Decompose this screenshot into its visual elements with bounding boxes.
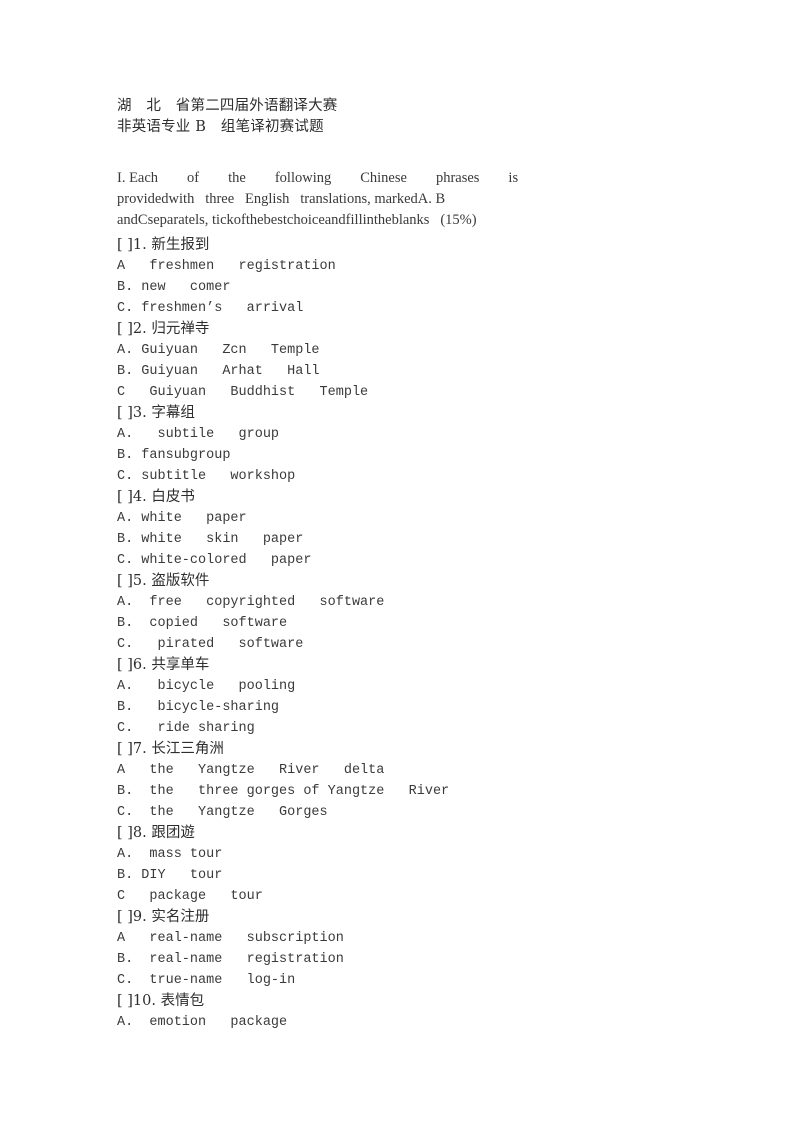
option-c[interactable]: C package tour: [117, 886, 693, 907]
question-stem: [ ]7. 长江三角洲: [117, 741, 224, 757]
option-list: A. mass tour B. DIY tour C package tour: [117, 844, 693, 907]
option-list: A. white paper B. white skin paper C. wh…: [117, 508, 693, 571]
question-item: [ ]3. 字幕组 A. subtile group B. fansubgrou…: [117, 403, 693, 487]
option-c[interactable]: C. pirated software: [117, 634, 693, 655]
option-list: A. Guiyuan Zcn Temple B. Guiyuan Arhat H…: [117, 340, 693, 403]
question-stem: [ ]2. 归元禅寺: [117, 321, 210, 337]
question-item: [ ]9. 实名注册 A real-name subscription B. r…: [117, 907, 693, 991]
question-stem: [ ]1. 新生报到: [117, 237, 210, 253]
title-line-2: 非英语专业 B 组笔译初赛试题: [117, 119, 324, 135]
option-a[interactable]: A freshmen registration: [117, 256, 693, 277]
question-stem: [ ]10. 表情包: [117, 993, 205, 1009]
instruction-line-3: andCseparatels, tickofthebestchoiceandfi…: [117, 212, 477, 228]
option-a[interactable]: A. white paper: [117, 508, 693, 529]
option-b[interactable]: B. white skin paper: [117, 529, 693, 550]
question-item: [ ]10. 表情包 A. emotion package: [117, 991, 693, 1033]
title-line-1: 湖 北 省第二四届外语翻译大赛: [117, 98, 338, 114]
option-a[interactable]: A. emotion package: [117, 1012, 693, 1033]
option-b[interactable]: B. bicycle-sharing: [117, 697, 693, 718]
option-list: A real-name subscription B. real-name re…: [117, 928, 693, 991]
option-c[interactable]: C. freshmen’s arrival: [117, 298, 693, 319]
question-item: [ ]2. 归元禅寺 A. Guiyuan Zcn Temple B. Guiy…: [117, 319, 693, 403]
question-stem: [ ]6. 共享单车: [117, 657, 210, 673]
option-list: A the Yangtze River delta B. the three g…: [117, 760, 693, 823]
option-a[interactable]: A. mass tour: [117, 844, 693, 865]
option-b[interactable]: B. copied software: [117, 613, 693, 634]
question-stem: [ ]4. 白皮书: [117, 489, 195, 505]
option-c[interactable]: C Guiyuan Buddhist Temple: [117, 382, 693, 403]
instruction-line-2: providedwith three English translations,…: [117, 191, 446, 207]
question-item: [ ]4. 白皮书 A. white paper B. white skin p…: [117, 487, 693, 571]
option-a[interactable]: A. subtile group: [117, 424, 693, 445]
instruction-line-1: I. Each of the following Chinese phrases…: [117, 170, 519, 186]
document-page: 湖 北 省第二四届外语翻译大赛 非英语专业 B 组笔译初赛试题 I. Each …: [0, 0, 793, 1122]
question-item: [ ]6. 共享单车 A. bicycle pooling B. bicycle…: [117, 655, 693, 739]
document-body: 湖 北 省第二四届外语翻译大赛 非英语专业 B 组笔译初赛试题 I. Each …: [117, 96, 693, 1033]
question-stem: [ ]8. 跟团遊: [117, 825, 195, 841]
option-b[interactable]: B. fansubgroup: [117, 445, 693, 466]
option-c[interactable]: C. the Yangtze Gorges: [117, 802, 693, 823]
question-item: [ ]5. 盗版软件 A. free copyrighted software …: [117, 571, 693, 655]
question-item: [ ]7. 长江三角洲 A the Yangtze River delta B.…: [117, 739, 693, 823]
question-stem: [ ]5. 盗版软件: [117, 573, 210, 589]
option-a[interactable]: A. Guiyuan Zcn Temple: [117, 340, 693, 361]
option-list: A freshmen registration B. new comer C. …: [117, 256, 693, 319]
option-a[interactable]: A. free copyrighted software: [117, 592, 693, 613]
question-stem: [ ]3. 字幕组: [117, 405, 195, 421]
option-c[interactable]: C. white-colored paper: [117, 550, 693, 571]
question-item: [ ]8. 跟团遊 A. mass tour B. DIY tour C pac…: [117, 823, 693, 907]
option-b[interactable]: B. Guiyuan Arhat Hall: [117, 361, 693, 382]
option-c[interactable]: C. subtitle workshop: [117, 466, 693, 487]
option-list: A. subtile group B. fansubgroup C. subti…: [117, 424, 693, 487]
option-b[interactable]: B. the three gorges of Yangtze River: [117, 781, 693, 802]
option-a[interactable]: A real-name subscription: [117, 928, 693, 949]
question-item: [ ]1. 新生报到 A freshmen registration B. ne…: [117, 235, 693, 319]
option-a[interactable]: A the Yangtze River delta: [117, 760, 693, 781]
option-a[interactable]: A. bicycle pooling: [117, 676, 693, 697]
option-c[interactable]: C. ride sharing: [117, 718, 693, 739]
section-instructions: I. Each of the following Chinese phrases…: [117, 168, 693, 231]
option-b[interactable]: B. new comer: [117, 277, 693, 298]
option-list: A. bicycle pooling B. bicycle-sharing C.…: [117, 676, 693, 739]
option-b[interactable]: B. DIY tour: [117, 865, 693, 886]
option-list: A. free copyrighted software B. copied s…: [117, 592, 693, 655]
document-title: 湖 北 省第二四届外语翻译大赛 非英语专业 B 组笔译初赛试题: [117, 96, 693, 138]
option-list: A. emotion package: [117, 1012, 693, 1033]
option-c[interactable]: C. true-name log-in: [117, 970, 693, 991]
question-stem: [ ]9. 实名注册: [117, 909, 210, 925]
question-list: [ ]1. 新生报到 A freshmen registration B. ne…: [117, 235, 693, 1033]
option-b[interactable]: B. real-name registration: [117, 949, 693, 970]
